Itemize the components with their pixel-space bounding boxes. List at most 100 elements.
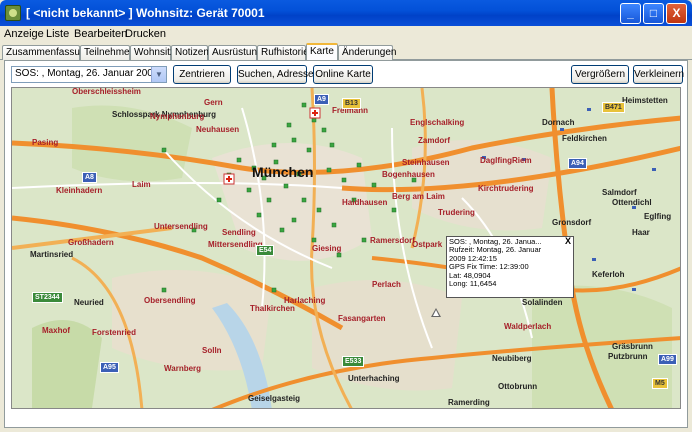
map-place-label: Unterhaching (348, 374, 400, 383)
map-place-label: Martinsried (30, 250, 74, 259)
window-title: [ <nicht bekannt> ] Wohnsitz: Gerät 7000… (26, 6, 265, 20)
close-icon[interactable]: X (565, 236, 571, 245)
title-bar[interactable]: [ <nicht bekannt> ] Wohnsitz: Gerät 7000… (0, 0, 692, 26)
map-place-label: Geiselgasteig (248, 394, 301, 403)
city-label: München (252, 164, 314, 180)
map-place-label: Heimstetten (622, 96, 668, 105)
popup-longitude: Long: 11,6454 (449, 280, 497, 289)
map-panel: SOS: , Montag, 26. Januar 2009 12:42 ▼ Z… (4, 60, 688, 428)
menu-bearbeiten[interactable]: Bearbeiten (74, 28, 127, 40)
map-place-label: Trudering (438, 208, 475, 217)
application-window: [ <nicht bekannt> ] Wohnsitz: Gerät 7000… (0, 0, 692, 432)
map-place-label: Riem (512, 156, 532, 165)
road-shield: ST2344 (32, 292, 63, 303)
menu-liste[interactable]: Liste (46, 28, 69, 40)
road-shield: B13 (342, 98, 361, 109)
location-marker-icon[interactable] (431, 308, 441, 317)
map-place-label: Zamdorf (418, 136, 450, 145)
map-place-label: Gronsdorf (552, 218, 592, 227)
tab-notizen[interactable]: Notizen (171, 45, 209, 60)
map-place-label: Mittersendling (208, 240, 263, 249)
map-place-label: Warnberg (164, 364, 202, 373)
popup-call-time-cont: 2009 12:42:15 (449, 254, 497, 263)
map-place-label: Thalkirchen (250, 304, 295, 313)
map-place-label: Kirchtrudering (478, 184, 534, 193)
tab-aenderungen[interactable]: Änderungen (338, 45, 397, 60)
road-shield: M5 (652, 378, 668, 389)
search-address-button[interactable]: Suchen, Adresse (237, 65, 314, 84)
map-place-label: Haar (632, 228, 650, 237)
tab-bar: Zusammenfassung Teilnehmer Wohnsitz Noti… (0, 42, 692, 61)
tab-rufhistorie[interactable]: Rufhistorie (257, 45, 309, 60)
map-place-label: Neuried (74, 298, 104, 307)
map-place-label: Solalinden (522, 298, 563, 307)
chevron-down-icon[interactable]: ▼ (151, 67, 166, 82)
map-place-label: Keferloh (592, 270, 625, 279)
map-place-label: Harlaching (284, 296, 326, 305)
app-icon[interactable] (5, 5, 21, 21)
map-place-label: Laim (132, 180, 151, 189)
road-shield: B471 (602, 102, 625, 113)
online-map-button[interactable]: Online Karte (313, 65, 373, 84)
map-place-label: Ramersdorf (370, 236, 415, 245)
zoom-in-button[interactable]: Vergrößern (571, 65, 629, 84)
map-place-label: Untersendling (154, 222, 208, 231)
map-place-label: Neuhausen (196, 125, 240, 134)
sos-call-select[interactable]: SOS: , Montag, 26. Januar 2009 12:42 ▼ (11, 66, 167, 83)
road-shield: A99 (658, 354, 677, 365)
map-place-label: Großhadern (68, 238, 114, 247)
map-place-label: Perlach (372, 280, 401, 289)
map-place-label: Englschalking (410, 118, 465, 127)
center-button[interactable]: Zentrieren (173, 65, 231, 84)
map-place-label: Gern (204, 98, 223, 107)
map-place-label: Salmdorf (602, 188, 637, 197)
map-place-label: Forstenried (92, 328, 137, 337)
tab-teilnehmer[interactable]: Teilnehmer (80, 45, 133, 60)
map-place-label: Putzbrunn (608, 352, 648, 361)
menu-bar: Anzeige Liste Bearbeiten Drucken (0, 26, 692, 42)
road-shield: E533 (342, 356, 365, 367)
popup-call-time: Rufzeit: Montag, 26. Januar (449, 246, 542, 255)
road-shield: E54 (256, 245, 275, 256)
menu-anzeige[interactable]: Anzeige (4, 28, 44, 40)
map-place-label: Fasangarten (338, 314, 386, 323)
map-place-label: Maxhof (42, 326, 70, 335)
map-place-label: Feldkirchen (562, 134, 607, 143)
menu-drucken[interactable]: Drucken (125, 28, 166, 40)
tab-zusammenfassung[interactable]: Zusammenfassung (2, 45, 91, 60)
sos-select-value: SOS: , Montag, 26. Januar 2009 12:42 (15, 68, 166, 79)
status-area (5, 411, 687, 427)
minimize-button[interactable]: _ (620, 3, 641, 24)
popup-latitude: Lat: 48,0904 (449, 271, 491, 280)
map-place-label: Daglfing (480, 156, 512, 165)
map-place-label: Ramerding (448, 398, 490, 407)
map-place-label: Steinhausen (402, 158, 450, 167)
map-place-label: Waldperlach (504, 322, 552, 331)
tab-karte[interactable]: Karte (306, 43, 338, 61)
popup-gps-fix-time: GPS Fix Time: 12:39:00 (449, 263, 529, 272)
map-place-label: Ottendichl (612, 198, 652, 207)
road-shield: A95 (100, 362, 119, 373)
popup-title: SOS: , Montag, 26. Janua... (449, 238, 542, 246)
map-toolbar: SOS: , Montag, 26. Januar 2009 12:42 ▼ Z… (5, 61, 687, 87)
map-place-label: Ostpark (412, 240, 443, 249)
map-place-label: Berg am Laim (392, 192, 445, 201)
tab-wohnsitz[interactable]: Wohnsitz (130, 45, 175, 60)
map-place-label: Gräsbrunn (612, 342, 653, 351)
maximize-button[interactable]: □ (643, 3, 664, 24)
map-place-label: Giesing (312, 244, 342, 253)
map-view[interactable]: Oberschleissheim Schlosspark Nymphenburg… (11, 87, 681, 409)
map-place-label: Kleinhadern (56, 186, 103, 195)
map-place-label: Obersendling (144, 296, 196, 305)
road-shield: A8 (82, 172, 97, 183)
map-place-label: Nymphenburg (150, 112, 205, 121)
map-place-label: Dornach (542, 118, 575, 127)
map-place-label: Solln (202, 346, 222, 355)
map-place-label: Haidhausen (342, 198, 388, 207)
map-place-label: Pasing (32, 138, 59, 147)
tab-ausruestung[interactable]: Ausrüstung (208, 45, 263, 60)
close-button[interactable]: X (666, 3, 687, 24)
sos-info-popup[interactable]: X SOS: , Montag, 26. Janua... Rufzeit: M… (446, 236, 574, 298)
zoom-out-button[interactable]: Verkleinern (633, 65, 684, 84)
road-shield: A94 (568, 158, 587, 169)
